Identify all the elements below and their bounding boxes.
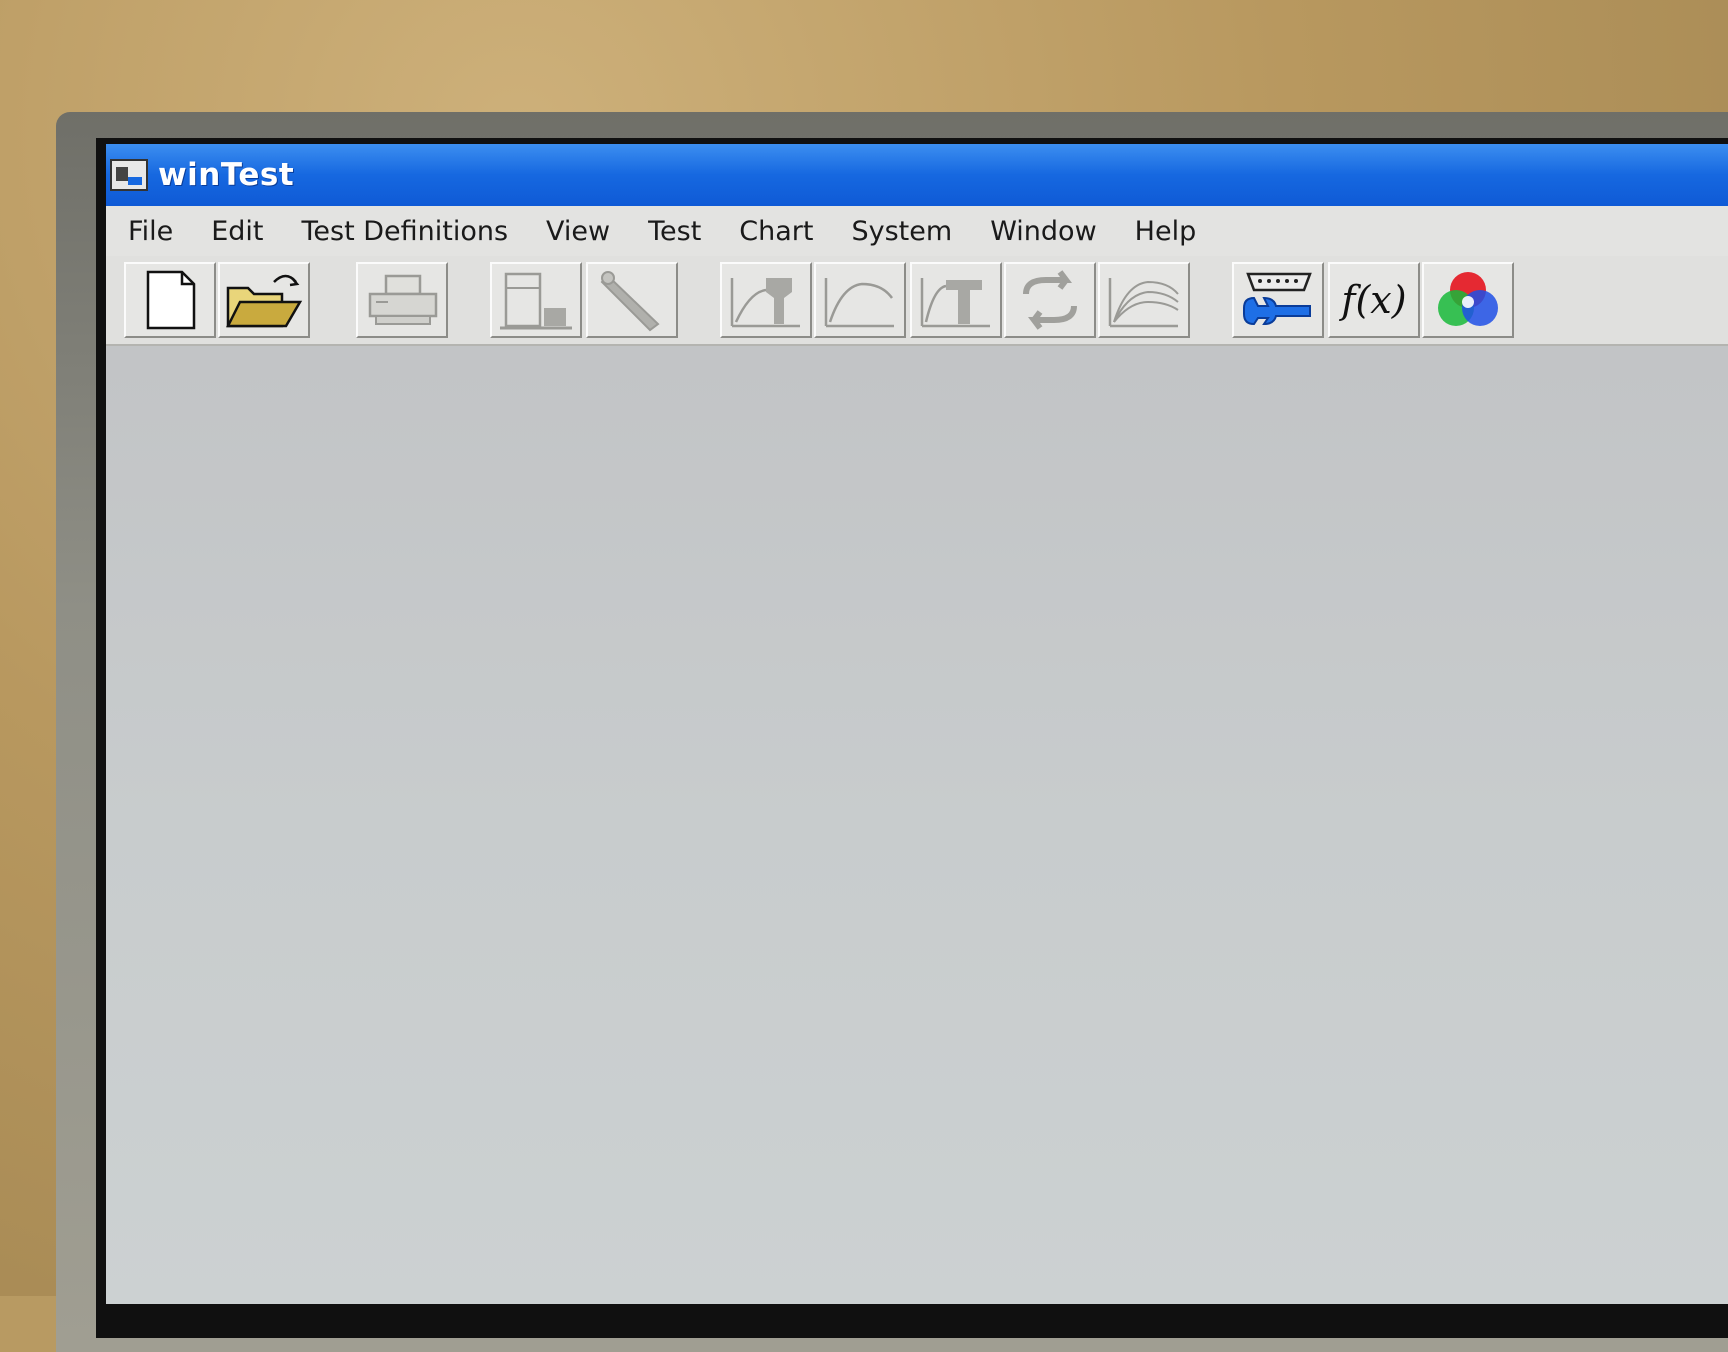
menu-bar: File Edit Test Definitions View Test Cha…	[106, 206, 1728, 256]
window-title: winTest	[158, 157, 295, 193]
menu-file[interactable]: File	[112, 216, 189, 247]
curve-chart-icon	[824, 278, 894, 328]
overlay-curves-button[interactable]	[1098, 262, 1190, 338]
cycle-arrows-icon	[1023, 270, 1077, 330]
start-test-button[interactable]	[720, 262, 812, 338]
printer-icon	[368, 274, 438, 325]
color-circles-icon	[1438, 272, 1498, 326]
color-settings-button[interactable]	[1422, 262, 1514, 338]
function-fx-icon: f(x)	[1341, 278, 1407, 322]
toolbar: f(x)	[106, 256, 1728, 346]
cycle-button[interactable]	[1004, 262, 1096, 338]
menu-test-definitions[interactable]: Test Definitions	[285, 216, 524, 247]
menu-window[interactable]: Window	[974, 216, 1112, 247]
calibrate-probe-icon	[600, 271, 660, 332]
stress-strain-button[interactable]	[910, 262, 1002, 338]
serial-settings-button[interactable]	[1232, 262, 1324, 338]
calibrate-button[interactable]	[586, 262, 678, 338]
print-button[interactable]	[356, 262, 448, 338]
menu-system[interactable]: System	[836, 216, 969, 247]
menu-view[interactable]: View	[530, 216, 626, 247]
machine-icon	[500, 272, 572, 330]
title-bar[interactable]: winTest	[106, 144, 1728, 206]
machine-button[interactable]	[490, 262, 582, 338]
mdi-client-area[interactable]	[106, 346, 1728, 1304]
new-document-icon	[146, 270, 196, 330]
application-window: winTest File Edit Test Definitions View …	[106, 144, 1728, 1304]
menu-chart[interactable]: Chart	[723, 216, 829, 247]
start-test-chart-icon	[730, 278, 800, 328]
menu-help[interactable]: Help	[1119, 216, 1213, 247]
app-window-icon[interactable]	[110, 159, 148, 191]
new-button[interactable]	[124, 262, 216, 338]
stress-strain-chart-icon	[920, 278, 990, 328]
function-button[interactable]: f(x)	[1328, 262, 1420, 338]
open-folder-icon	[225, 274, 303, 328]
menu-edit[interactable]: Edit	[195, 216, 279, 247]
menu-test[interactable]: Test	[632, 216, 717, 247]
open-button[interactable]	[218, 262, 310, 338]
serial-port-wrench-icon	[1243, 272, 1312, 326]
overlay-curves-icon	[1108, 278, 1179, 328]
curve-chart-button[interactable]	[814, 262, 906, 338]
